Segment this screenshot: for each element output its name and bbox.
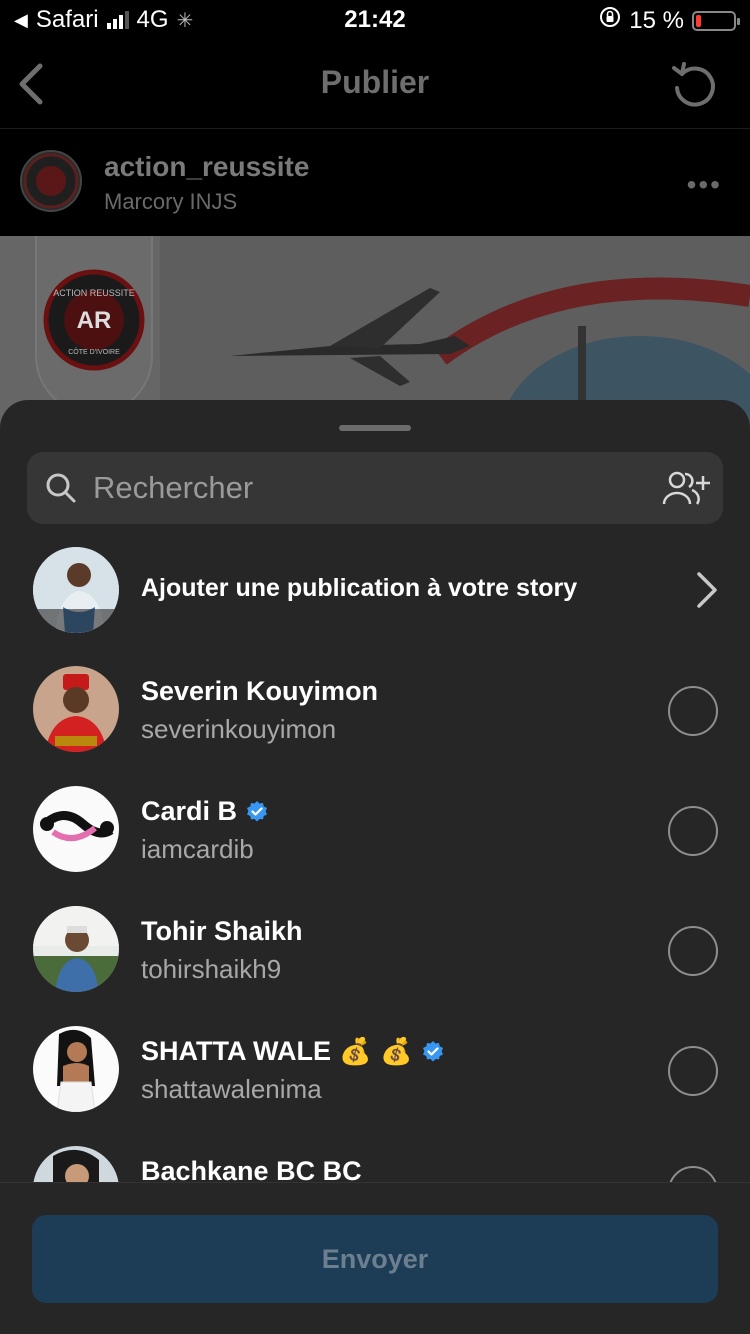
post-header: action_reussite Marcory INJS ••• (0, 129, 750, 236)
sheet-footer: Envoyer (0, 1182, 750, 1334)
contact-name-text: Cardi B (141, 796, 238, 826)
my-avatar (33, 547, 119, 633)
contact-avatar (33, 666, 119, 752)
select-radio[interactable] (668, 806, 718, 856)
chevron-right-icon (694, 570, 720, 610)
contact-handle: severinkouyimon (141, 714, 337, 744)
send-button[interactable]: Envoyer (32, 1215, 718, 1303)
contact-name: Cardi B (141, 796, 269, 827)
contact-name-text: Tohir Shaikh (141, 916, 303, 946)
share-sheet: Ajouter une publication à votre story Se… (0, 400, 750, 1334)
select-radio[interactable] (668, 1166, 718, 1182)
status-bar: ◀ Safari 4G ✳ 21:42 15 % (0, 0, 750, 40)
post-logo-monogram: AR (77, 307, 112, 334)
select-radio[interactable] (668, 1046, 718, 1096)
contact-row[interactable]: Cardi B iamcardib (0, 786, 750, 876)
contact-handle: iamcardib (141, 834, 254, 864)
nav-bar: Publier (0, 40, 750, 128)
contact-name: Tohir Shaikh (141, 916, 303, 947)
create-group-icon[interactable] (661, 468, 711, 508)
battery-percent: 15 % (629, 6, 684, 34)
contact-list[interactable]: Severin Kouyimon severinkouyimon Cardi B… (0, 666, 750, 1182)
contact-handle: tohirshaikh9 (141, 954, 282, 984)
contact-avatar (33, 786, 119, 872)
refresh-icon[interactable] (668, 58, 720, 110)
contact-row[interactable]: Bachkane BC BC (0, 1146, 750, 1182)
contact-name: Bachkane BC BC (141, 1156, 362, 1182)
contact-avatar (33, 1146, 119, 1182)
contact-name-text: SHATTA WALE (141, 1036, 331, 1066)
orientation-lock-icon (599, 6, 621, 35)
search-bar[interactable] (27, 452, 723, 524)
contact-row[interactable]: Tohir Shaikh tohirshaikh9 (0, 906, 750, 996)
contact-row[interactable]: SHATTA WALE 💰 💰 shattawalenima (0, 1026, 750, 1116)
add-to-story-label: Ajouter une publication à votre story (141, 574, 578, 602)
add-to-story-row[interactable]: Ajouter une publication à votre story (0, 546, 750, 636)
select-radio[interactable] (668, 686, 718, 736)
contact-name-text: Severin Kouyimon (141, 676, 379, 706)
page-title: Publier (320, 64, 430, 100)
post-location[interactable]: Marcory INJS (104, 189, 237, 215)
battery-icon (692, 10, 740, 31)
search-icon (45, 472, 77, 504)
sheet-grabber[interactable] (339, 425, 411, 431)
verified-badge-icon (421, 1040, 445, 1064)
verified-badge-icon (245, 800, 269, 824)
search-input[interactable] (93, 452, 653, 524)
contact-avatar (33, 1026, 119, 1112)
contact-row[interactable]: Severin Kouyimon severinkouyimon (0, 666, 750, 756)
post-logo-text: ACTION REUSSITE (53, 288, 135, 298)
account-username[interactable]: action_reussite (104, 151, 309, 183)
contact-handle: shattawalenima (141, 1074, 322, 1104)
more-options-icon[interactable]: ••• (687, 169, 722, 201)
account-avatar[interactable] (20, 150, 82, 212)
contact-avatar (33, 906, 119, 992)
money-bag-emoji: 💰 💰 (338, 1036, 413, 1067)
battery-fill (696, 14, 702, 27)
contact-name: Severin Kouyimon (141, 676, 378, 707)
post-logo-subtext: CÔTE D'IVOIRE (68, 347, 120, 356)
contact-name: SHATTA WALE 💰 💰 (141, 1036, 445, 1067)
select-radio[interactable] (668, 926, 718, 976)
status-right: 15 % (599, 6, 740, 35)
contact-name-text: Bachkane BC BC (141, 1156, 362, 1182)
